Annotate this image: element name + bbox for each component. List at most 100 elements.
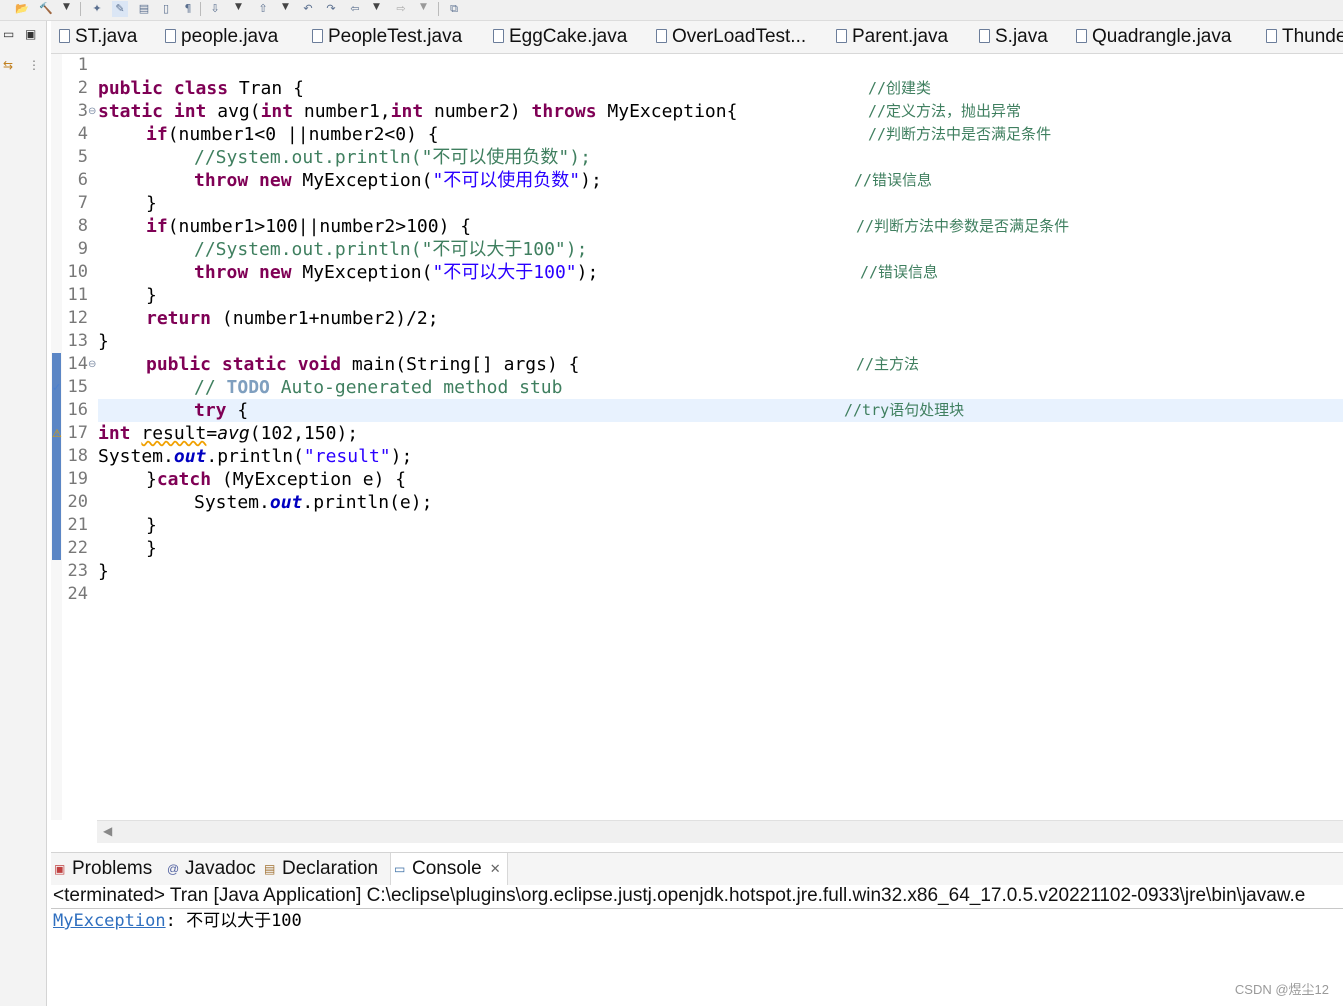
- toolbar-separator: [200, 2, 201, 16]
- comment-create-class: //创建类: [868, 79, 932, 97]
- code-line-16: try {: [194, 400, 249, 421]
- code-line-7: }: [146, 193, 157, 214]
- code-line-8: if(number1>100||number2>100) {: [146, 216, 472, 237]
- java-file-icon: [836, 29, 847, 43]
- toolbar-separator: [80, 2, 81, 16]
- code-line-13: }: [98, 331, 109, 352]
- code-line-9: //System.out.println("不可以大于100");: [194, 239, 588, 260]
- chevron-down-icon[interactable]: ▼: [420, 2, 427, 12]
- next-annotation-icon[interactable]: ⇩: [207, 1, 223, 17]
- build-icon[interactable]: 🔨: [38, 1, 54, 17]
- fold-toggle-icon[interactable]: ⊖: [88, 353, 96, 376]
- code-line-2: public class Tran {: [98, 78, 304, 99]
- highlight-icon[interactable]: ✎: [112, 1, 128, 17]
- open-icon[interactable]: 📂: [14, 1, 30, 17]
- code-line-11: }: [146, 285, 157, 306]
- chevron-down-icon[interactable]: ▼: [282, 2, 289, 12]
- outline-icon[interactable]: ⋮: [28, 58, 40, 72]
- last-edit-icon[interactable]: ↶: [300, 1, 316, 17]
- line-number: 21: [67, 515, 88, 535]
- code-text-area[interactable]: public class Tran { static int avg(int n…: [98, 54, 1343, 820]
- line-number: 19: [67, 469, 88, 489]
- code-line-23: }: [98, 561, 109, 582]
- maximize-icon[interactable]: ▣: [25, 27, 36, 41]
- toggle-icon[interactable]: ▤: [136, 1, 152, 17]
- fold-toggle-icon[interactable]: ⊖: [88, 100, 96, 123]
- chevron-down-icon[interactable]: ▼: [373, 2, 380, 12]
- code-line-17: int result=avg(102,150);: [98, 423, 359, 444]
- line-number: 15: [67, 377, 88, 397]
- tab-problems[interactable]: ▣ Problems: [54, 853, 152, 885]
- code-line-18: System.out.println("result");: [98, 446, 413, 467]
- open-perspective-icon[interactable]: ⧉: [446, 1, 462, 17]
- back-icon[interactable]: ⇦: [347, 1, 363, 17]
- pilcrow-icon[interactable]: ¶: [180, 1, 196, 17]
- line-number: 8: [77, 216, 88, 236]
- main-toolbar: 📂 🔨 ▼ ✦ ✎ ▤ ▯ ¶ ⇩ ▼ ⇧ ▼ ↶ ↷ ⇦ ▼ ⇨ ▼ ⧉: [0, 0, 1343, 21]
- line-number: 20: [67, 492, 88, 512]
- scroll-left-icon[interactable]: ◀: [103, 824, 112, 838]
- package-explorer-icon[interactable]: ⇆: [3, 58, 13, 72]
- forward-icon[interactable]: ⇨: [393, 1, 409, 17]
- chevron-down-icon[interactable]: ▼: [63, 2, 70, 12]
- editor-tab-overloadtest[interactable]: OverLoadTest...: [656, 21, 806, 53]
- line-number: 23: [67, 561, 88, 581]
- editor-tab-parent[interactable]: Parent.java: [836, 21, 948, 53]
- line-number: 13: [67, 331, 88, 351]
- console-output-line: MyException: 不可以大于100: [53, 911, 302, 931]
- editor-tab-peopletest[interactable]: PeopleTest.java: [312, 21, 462, 53]
- chevron-down-icon[interactable]: ▼: [235, 2, 242, 12]
- comment-main-method: //主方法: [856, 355, 920, 373]
- tab-console[interactable]: ▭ Console ✕: [390, 853, 508, 885]
- editor-tab-eggcake[interactable]: EggCake.java: [493, 21, 627, 53]
- line-number-gutter: 1 2 3 4 5 6 7 8 9 10 11 12 13 14 15 16 1…: [62, 54, 97, 820]
- comment-check-condition: //判断方法中是否满足条件: [868, 125, 1052, 143]
- redo-edit-icon[interactable]: ↷: [323, 1, 339, 17]
- code-line-19: }catch (MyException e) {: [146, 469, 407, 490]
- code-line-14: public static void main(String[] args) {: [146, 354, 580, 375]
- tab-declaration[interactable]: ▤ Declaration: [264, 853, 378, 885]
- code-editor[interactable]: ✓ ⚠ 1 2 3 4 5 6 7 8 9 10 11 12 13 14 15 …: [51, 54, 1343, 820]
- line-number: 11: [67, 285, 88, 305]
- document-icon[interactable]: ▯: [158, 1, 174, 17]
- warning-icon[interactable]: ⚠: [52, 422, 62, 445]
- line-number: 4: [77, 124, 88, 144]
- editor-tab-people[interactable]: people.java: [165, 21, 278, 53]
- editor-tab-s[interactable]: S.java: [979, 21, 1048, 53]
- code-line-12: return (number1+number2)/2;: [146, 308, 439, 329]
- comment-error-info: //错误信息: [860, 263, 939, 281]
- comment-try-block: //try语句处理块: [844, 401, 965, 419]
- editor-tab-thunder[interactable]: Thunde: [1266, 21, 1343, 53]
- minimize-icon[interactable]: ▭: [3, 27, 14, 41]
- task-marker-icon[interactable]: ✓: [52, 376, 61, 399]
- java-file-icon: [1266, 29, 1277, 43]
- exception-link[interactable]: MyException: [53, 911, 166, 931]
- code-line-20: System.out.println(e);: [194, 492, 433, 513]
- change-marker: [52, 399, 61, 422]
- console-view[interactable]: <terminated> Tran [Java Application] C:\…: [51, 885, 1343, 1006]
- change-marker: [52, 537, 61, 560]
- prev-annotation-icon[interactable]: ⇧: [255, 1, 271, 17]
- declaration-icon: ▤: [264, 862, 276, 876]
- java-file-icon: [1076, 29, 1087, 43]
- horizontal-scrollbar[interactable]: ◀: [97, 820, 1343, 843]
- close-icon[interactable]: ✕: [490, 861, 501, 877]
- console-icon: ▭: [394, 862, 406, 876]
- code-line-5: //System.out.println("不可以使用负数");: [194, 147, 591, 168]
- line-number: 1: [77, 55, 88, 75]
- change-marker: [52, 491, 61, 514]
- debug-icon[interactable]: ✦: [89, 1, 105, 17]
- line-number: 2: [77, 78, 88, 98]
- tab-javadoc[interactable]: @ Javadoc: [167, 853, 256, 885]
- editor-tab-quadrangle[interactable]: Quadrangle.java: [1076, 21, 1231, 53]
- editor-tab-bar: ST.java people.java PeopleTest.java EggC…: [51, 21, 1343, 54]
- javadoc-icon: @: [167, 862, 180, 876]
- editor-tab-st[interactable]: ST.java: [59, 21, 137, 53]
- code-line-10: throw new MyException("不可以大于100");: [194, 262, 599, 283]
- line-number: 17: [67, 423, 88, 443]
- line-number: 10: [67, 262, 88, 282]
- java-file-icon: [493, 29, 504, 43]
- code-line-22: }: [146, 538, 157, 559]
- bottom-panel-tab-bar: ▣ Problems @ Javadoc ▤ Declaration ▭ Console…: [51, 852, 1343, 886]
- line-number: 14: [67, 354, 88, 374]
